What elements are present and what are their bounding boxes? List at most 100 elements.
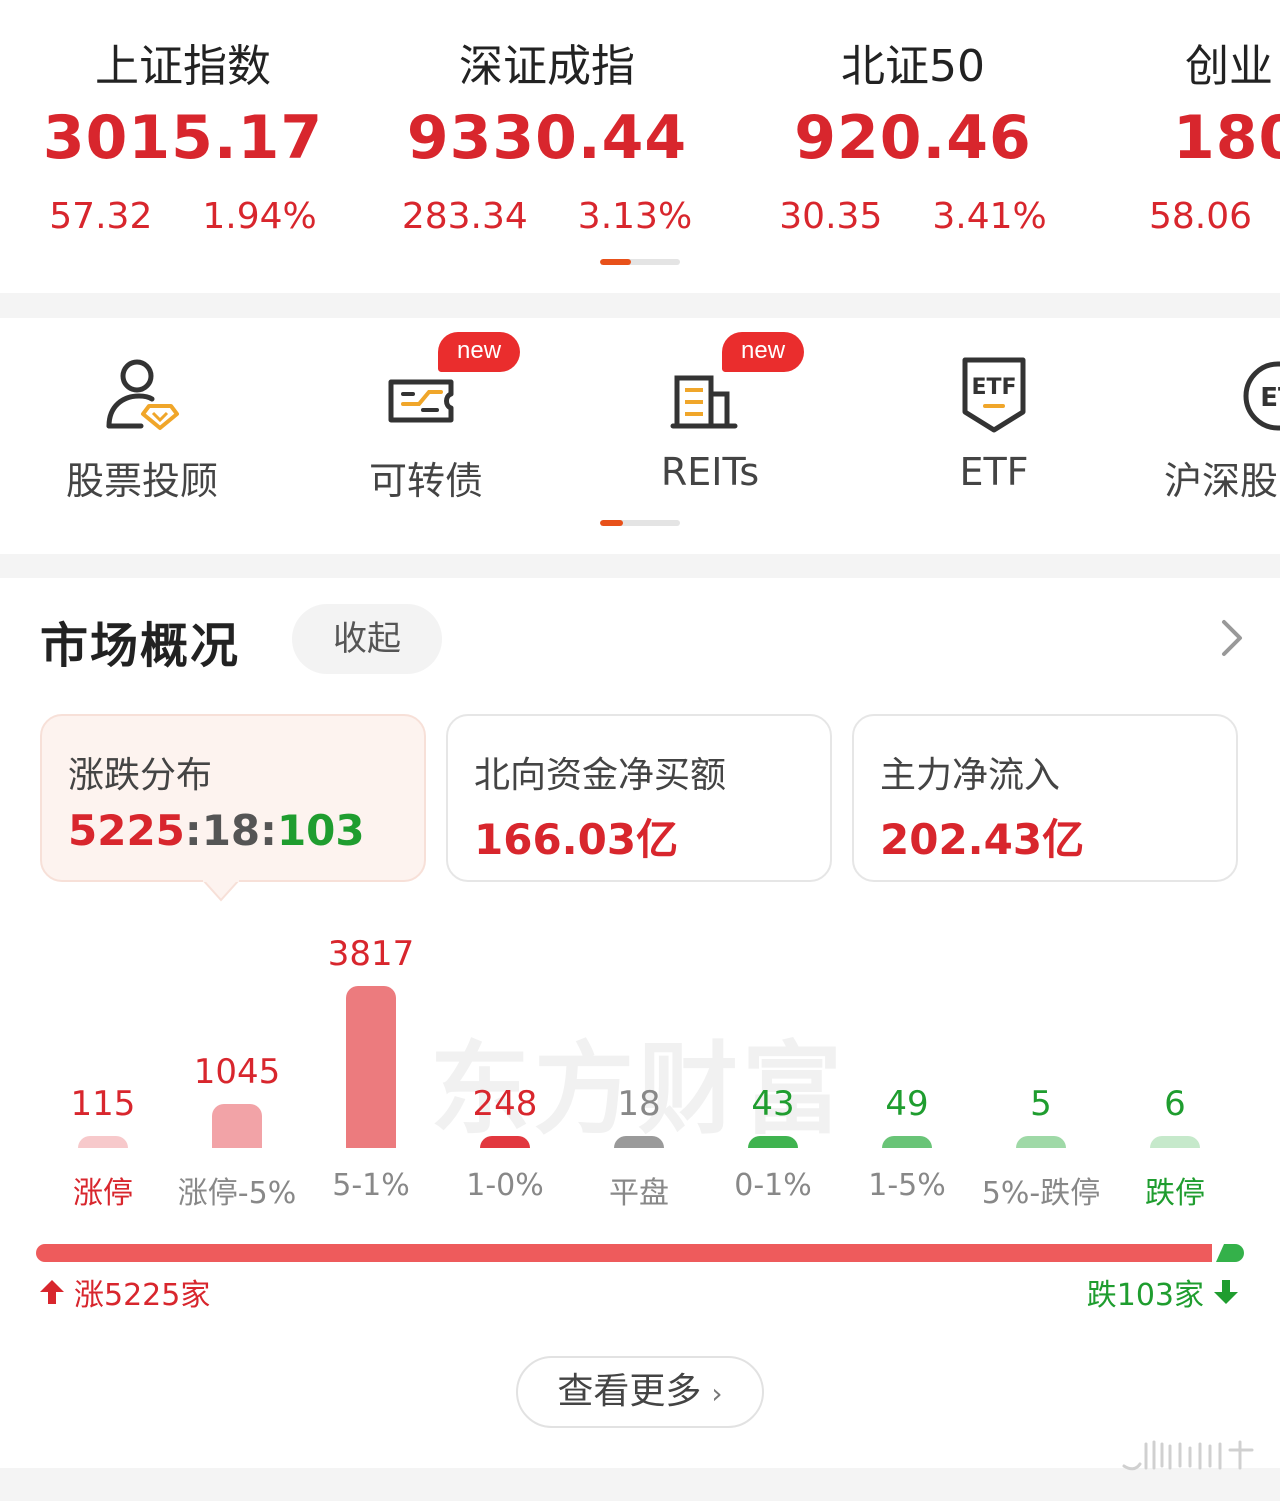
- index-change-pct: 3.41%: [932, 196, 1047, 237]
- bar-count-label: 18: [617, 1084, 661, 1124]
- distribution-bar: [882, 1136, 932, 1148]
- card-northbound-net-buy[interactable]: 北向资金净买额 166.03亿: [446, 714, 832, 882]
- new-badge: new: [438, 332, 521, 372]
- index-ticker[interactable]: 上证指数 3015.17 57.32 1.94% 深证成指 9330.44 28…: [0, 0, 1280, 293]
- index-value: 3015.17: [42, 103, 324, 173]
- section-divider: [0, 554, 1280, 578]
- arrow-down-icon: [1214, 1280, 1238, 1304]
- etf-shield-icon: ETF: [962, 357, 1026, 433]
- chevron-right-icon[interactable]: [1212, 616, 1252, 660]
- ratio-up-segment: [36, 1244, 1212, 1262]
- index-name: 上证指数: [95, 41, 271, 92]
- bar-count-label: 1045: [193, 1052, 281, 1092]
- down-count-value: 103: [276, 806, 365, 855]
- scribble-watermark: [1122, 1440, 1254, 1471]
- card-value: 202.43亿: [880, 815, 1085, 864]
- ratio-down-segment: [1216, 1244, 1244, 1262]
- bar-category-label: 0-1%: [734, 1168, 812, 1203]
- chevron-right-icon: ›: [711, 1377, 723, 1410]
- distribution-column: 5 5%-跌停: [974, 918, 1108, 1218]
- distribution-column: 248 1-0%: [438, 918, 572, 1218]
- bar-count-label: 6: [1164, 1084, 1186, 1124]
- index-value: 920.46: [794, 103, 1032, 173]
- shortcut-grid: 股票投顾 new 可转债 new REITs ETF ETF E 沪深股: [0, 318, 1280, 554]
- up-count-text: 涨5225家: [74, 1278, 211, 1313]
- distribution-column: 18 平盘: [572, 918, 706, 1218]
- distribution-bar-chart: 115 涨停 1045 涨停-5% 3817 5-1% 248 1-0% 18 平盘 43 0-1% 4…: [36, 918, 1244, 1218]
- card-main-net-inflow[interactable]: 主力净流入 202.43亿: [852, 714, 1238, 882]
- distribution-bar: [212, 1104, 262, 1148]
- collapse-button[interactable]: 收起: [292, 604, 442, 674]
- index-card-sh[interactable]: 上证指数 3015.17 57.32 1.94%: [18, 36, 348, 237]
- new-badge: new: [722, 332, 805, 372]
- bar-count-label: 49: [885, 1084, 929, 1124]
- distribution-bar: [1150, 1136, 1200, 1148]
- distribution-bar: [748, 1136, 798, 1148]
- shortcut-label: 可转债: [368, 459, 483, 503]
- bar-category-label: 平盘: [609, 1176, 669, 1211]
- distribution-bar: [78, 1136, 128, 1148]
- shortcut-etf[interactable]: ETF ETF: [874, 318, 1114, 518]
- shortcut-hs-stock[interactable]: ET 沪深股: [1158, 318, 1280, 518]
- advisor-icon: [106, 359, 179, 430]
- bar-count-label: 248: [472, 1084, 538, 1124]
- up-count-value: 5225: [68, 806, 185, 855]
- card-label: 主力净流入: [880, 755, 1061, 796]
- distribution-bar: [1016, 1136, 1066, 1148]
- index-change: 283.34: [401, 196, 528, 237]
- bar-count-label: 3817: [327, 934, 415, 974]
- down-count-text: 跌103家: [1086, 1278, 1204, 1313]
- shortcut-label: 沪深股: [1164, 459, 1279, 503]
- shortcut-label: REITs: [660, 450, 760, 494]
- card-pointer-arrow: [203, 880, 239, 902]
- distribution-bar: [614, 1136, 664, 1148]
- card-label: 涨跌分布: [68, 755, 213, 796]
- distribution-column: 43 0-1%: [706, 918, 840, 1218]
- section-divider: [0, 293, 1280, 318]
- distribution-bar: [480, 1136, 530, 1148]
- hs-stock-icon: ET: [1243, 361, 1280, 431]
- index-value: 9330.44: [406, 103, 688, 173]
- index-card-bz50[interactable]: 北证50 920.46 30.35 3.41%: [748, 36, 1078, 237]
- flat-count-value: 18: [201, 806, 261, 855]
- svg-text:ETF: ETF: [971, 375, 1016, 400]
- up-down-ratio-bar: [36, 1244, 1244, 1262]
- bar-category-label: 跌停: [1145, 1176, 1205, 1211]
- card-up-down-distribution[interactable]: 涨跌分布 5225:18:103: [40, 714, 426, 882]
- shortcut-reits[interactable]: new REITs: [590, 318, 830, 518]
- bar-category-label: 涨停: [73, 1176, 133, 1211]
- shortcut-label: ETF: [959, 450, 1029, 494]
- shortcut-page-indicator: [600, 520, 680, 526]
- index-value: 180: [1173, 103, 1280, 173]
- arrow-up-icon: [40, 1280, 64, 1304]
- index-card-sz[interactable]: 深证成指 9330.44 283.34 3.13%: [382, 36, 712, 237]
- card-label: 北向资金净买额: [474, 755, 727, 796]
- distribution-column: 115 涨停: [36, 918, 170, 1218]
- index-change: 57.32: [49, 196, 153, 237]
- view-more-label: 查看更多: [557, 1371, 702, 1412]
- index-card-cyb[interactable]: 创业 180 58.06: [1147, 36, 1280, 237]
- index-change-pct: 1.94%: [202, 196, 317, 237]
- distribution-column: 3817 5-1%: [304, 918, 438, 1218]
- rising-stocks-count: 涨5225家: [38, 1270, 210, 1314]
- card-value: 166.03亿: [474, 815, 679, 864]
- bar-category-label: 1-5%: [868, 1168, 946, 1203]
- bar-category-label: 涨停-5%: [177, 1176, 297, 1211]
- bar-count-label: 5: [1030, 1084, 1052, 1124]
- shortcut-stock-advisor[interactable]: 股票投顾: [22, 318, 262, 518]
- bar-count-label: 115: [70, 1084, 136, 1124]
- distribution-column: 1045 涨停-5%: [170, 918, 304, 1218]
- shortcut-label: 股票投顾: [65, 459, 218, 503]
- shortcut-convertible-bond[interactable]: new 可转债: [306, 318, 546, 518]
- distribution-column: 49 1-5%: [840, 918, 974, 1218]
- distribution-bar: [346, 986, 396, 1148]
- index-change-pct: 3.13%: [577, 196, 693, 237]
- index-change: 30.35: [779, 196, 883, 237]
- view-more-button[interactable]: 查看更多 ›: [516, 1356, 764, 1428]
- bar-category-label: 5%-跌停: [981, 1176, 1101, 1211]
- distribution-column: 6 跌停: [1108, 918, 1242, 1218]
- market-overview: 市场概况 收起 涨跌分布 5225:18:103 北向资金净买额 166.03亿…: [0, 578, 1280, 1468]
- section-divider: [0, 1468, 1280, 1501]
- index-name: 创业: [1185, 41, 1273, 92]
- bar-category-label: 5-1%: [332, 1168, 410, 1203]
